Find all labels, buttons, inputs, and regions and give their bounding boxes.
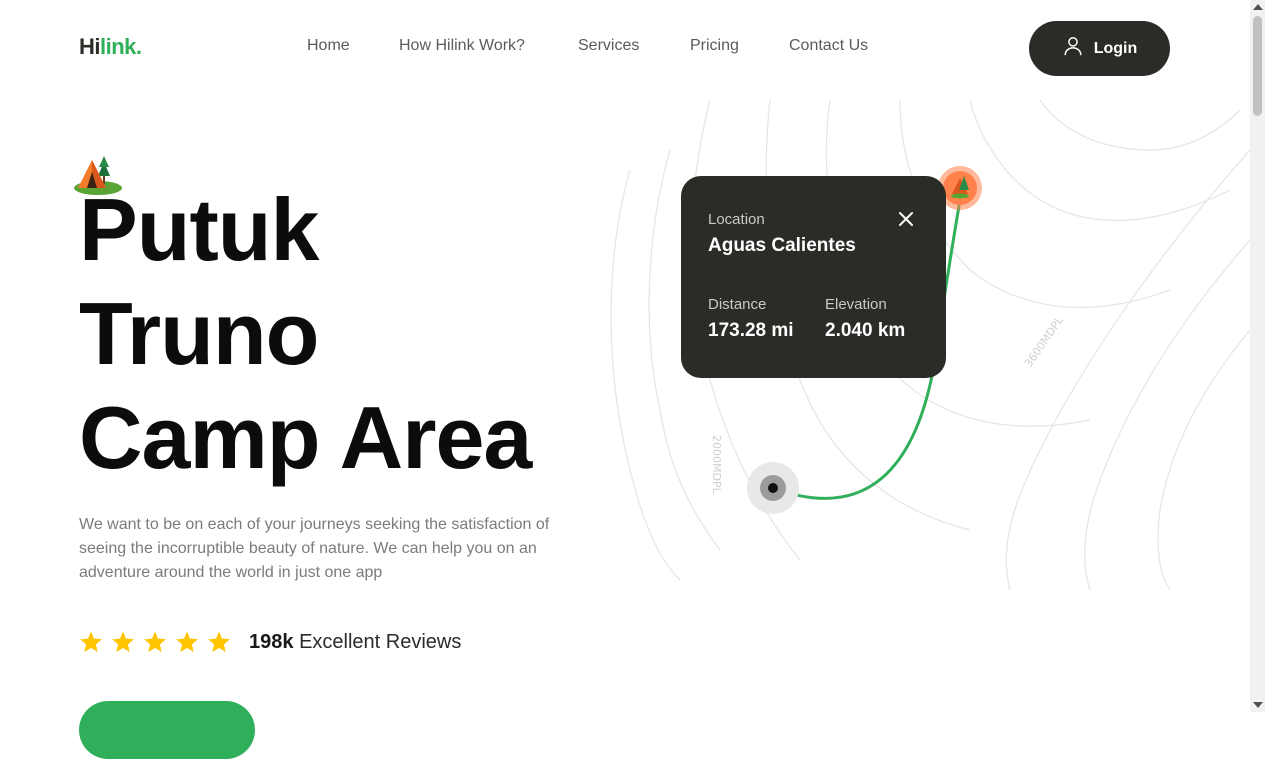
logo[interactable]: Hilink. — [79, 34, 142, 60]
hero-description: We want to be on each of your journeys s… — [79, 516, 550, 581]
star-icon — [112, 631, 134, 652]
nav-item-services[interactable]: Services — [578, 37, 639, 55]
location-label: Location — [708, 211, 765, 228]
star-icon — [144, 631, 166, 652]
hero-title: Putuk Truno Camp Area — [79, 178, 532, 490]
hero-title-line-2: Truno — [79, 284, 319, 383]
cta-button[interactable] — [79, 701, 255, 759]
close-icon[interactable] — [896, 209, 916, 229]
reviews-text: 198k Excellent Reviews — [249, 631, 461, 654]
reviews-label: Excellent Reviews — [299, 631, 462, 653]
logo-text-part1: Hi — [79, 34, 101, 59]
rating-stars — [79, 630, 231, 654]
page-scrollbar[interactable] — [1250, 0, 1265, 712]
login-label: Login — [1093, 39, 1138, 57]
hero-title-line-3: Camp Area — [79, 388, 532, 487]
location-value: Aguas Calientes — [708, 235, 856, 256]
scroll-down-icon[interactable] — [1253, 702, 1263, 708]
contour-label-3600: 3600MDPL — [1022, 313, 1067, 369]
star-icon — [208, 631, 230, 652]
nav-item-how-it-works[interactable]: How Hilink Work? — [399, 37, 525, 55]
logo-text-part2: link. — [100, 34, 142, 59]
nav-item-home[interactable]: Home — [307, 37, 350, 55]
contour-label-2000: 2000MDPL — [710, 435, 723, 495]
elevation-label: Elevation — [825, 296, 887, 313]
star-icon — [80, 631, 102, 652]
hero-title-line-1: Putuk — [79, 180, 319, 279]
nav-item-pricing[interactable]: Pricing — [690, 37, 739, 55]
login-button[interactable]: Login — [1029, 21, 1170, 76]
scroll-up-icon[interactable] — [1253, 4, 1263, 10]
nav-item-contact[interactable]: Contact Us — [789, 37, 868, 55]
location-card: Location Aguas Calientes Distance 173.28… — [681, 176, 946, 378]
route-start-marker[interactable] — [747, 462, 799, 514]
distance-value: 173.28 mi — [708, 320, 794, 341]
star-icon — [176, 631, 198, 652]
elevation-value: 2.040 km — [825, 320, 906, 341]
reviews-count: 198k — [249, 631, 294, 653]
scrollbar-thumb[interactable] — [1253, 16, 1262, 116]
user-icon — [1062, 35, 1084, 62]
distance-label: Distance — [708, 296, 767, 313]
